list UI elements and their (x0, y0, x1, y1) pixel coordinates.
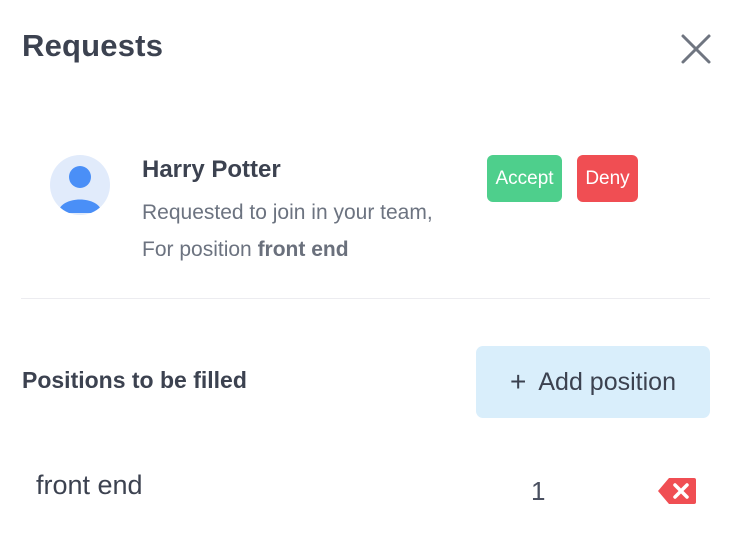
requester-name: Harry Potter (142, 156, 281, 183)
request-message: Requested to join in your team, (142, 201, 433, 224)
divider (21, 298, 710, 299)
request-position-line: For position front end (142, 238, 349, 262)
request-position-prefix: For position (142, 238, 258, 261)
add-position-label: Add position (538, 367, 676, 396)
position-name: front end (36, 470, 143, 500)
add-position-button[interactable]: + Add position (476, 346, 710, 418)
deny-button[interactable]: Deny (577, 155, 638, 202)
plus-icon: + (510, 366, 527, 397)
positions-section-title: Positions to be filled (22, 367, 247, 393)
close-icon[interactable] (678, 31, 714, 67)
page-title: Requests (22, 28, 164, 63)
backspace-delete-icon[interactable] (657, 477, 697, 505)
avatar (50, 155, 110, 215)
user-avatar-icon (58, 166, 102, 213)
accept-button[interactable]: Accept (487, 155, 562, 202)
request-position: front end (257, 238, 349, 261)
position-count: 1 (531, 476, 546, 506)
